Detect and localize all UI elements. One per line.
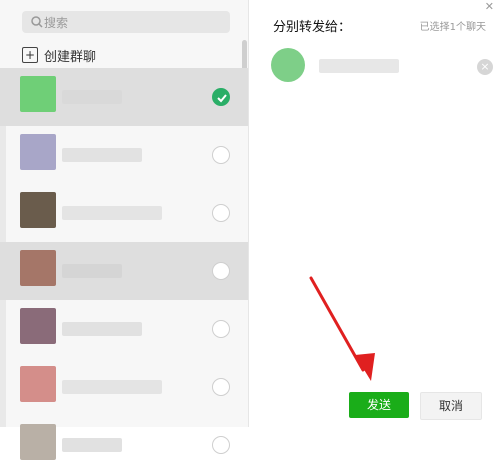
- contact-name-blur: [62, 206, 162, 220]
- contact-name-blur: [62, 322, 142, 336]
- contact-name-blur: [62, 264, 122, 278]
- contact-row[interactable]: [0, 68, 248, 126]
- contact-row[interactable]: [0, 358, 248, 416]
- search-icon: [31, 16, 43, 28]
- plus-icon: +: [22, 47, 38, 63]
- unchecked-icon[interactable]: [212, 146, 230, 164]
- contact-name-blur: [62, 380, 162, 394]
- checked-icon[interactable]: [212, 88, 230, 106]
- unchecked-icon[interactable]: [212, 262, 230, 280]
- chat-name-blur: [319, 59, 399, 73]
- avatar: [20, 192, 56, 228]
- avatar: [20, 134, 56, 170]
- search-input[interactable]: 搜索: [44, 14, 68, 31]
- contact-list-panel: 搜索 + 创建群聊: [0, 0, 249, 460]
- contact-name-blur: [62, 90, 122, 104]
- contact-row[interactable]: [0, 242, 248, 300]
- contact-row[interactable]: [0, 416, 248, 474]
- create-group-button[interactable]: + 创建群聊: [22, 44, 96, 66]
- annotation-arrow: [309, 276, 375, 381]
- search-box[interactable]: 搜索: [22, 11, 230, 33]
- contact-row[interactable]: [0, 126, 248, 184]
- avatar: [20, 76, 56, 112]
- create-group-label: 创建群聊: [44, 49, 97, 65]
- unchecked-icon[interactable]: [212, 204, 230, 222]
- avatar: [20, 424, 56, 460]
- selected-count: 已选择1个聊天: [419, 22, 486, 33]
- unchecked-icon[interactable]: [212, 320, 230, 338]
- avatar: [20, 250, 56, 286]
- cancel-button[interactable]: 取消: [420, 392, 482, 420]
- send-button[interactable]: 发送: [349, 392, 409, 418]
- remove-icon[interactable]: ×: [477, 59, 493, 75]
- contact-row[interactable]: [0, 184, 248, 242]
- unchecked-icon[interactable]: [212, 436, 230, 454]
- close-icon[interactable]: ✕: [485, 0, 494, 13]
- avatar: [20, 366, 56, 402]
- contact-name-blur: [62, 148, 142, 162]
- avatar: [20, 308, 56, 344]
- avatar: [271, 48, 305, 82]
- unchecked-icon[interactable]: [212, 378, 230, 396]
- contact-name-blur: [62, 438, 122, 452]
- forward-title: 分别转发给：: [273, 20, 352, 35]
- selected-chat: ×: [267, 42, 497, 90]
- contact-row[interactable]: [0, 300, 248, 358]
